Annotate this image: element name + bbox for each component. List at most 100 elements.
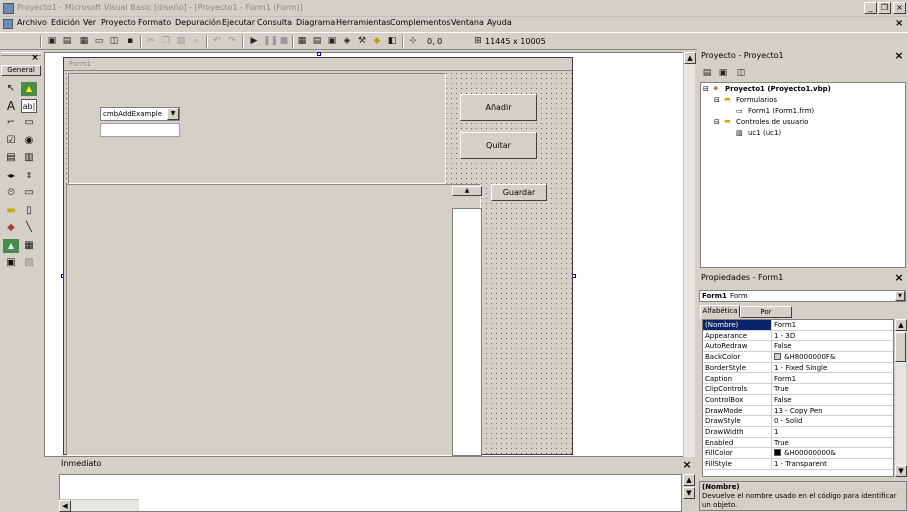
tree-project-root[interactable]: Proyecto1 (Proyecto1.vbp) (725, 85, 831, 93)
tree-expand-icon[interactable]: ⊟ (714, 118, 720, 126)
paste-icon[interactable]: ▧ (175, 35, 187, 47)
pause-icon[interactable]: ❚❚ (263, 35, 278, 47)
menu-ejecutar[interactable]: Ejecutar (222, 18, 255, 27)
mdi-close-icon[interactable]: × (895, 18, 903, 29)
view-code-icon[interactable]: ▤ (701, 67, 713, 79)
property-row[interactable]: Appearance 1 - 3D (703, 330, 893, 342)
dirlistbox-icon[interactable]: ▬ (3, 204, 19, 218)
menu-herramientas[interactable]: Herramientas (336, 18, 391, 27)
textbox-icon[interactable]: ab| (21, 99, 37, 113)
redo-icon[interactable]: ↷ (226, 35, 238, 47)
restore-button[interactable]: ❐ (878, 2, 891, 14)
listbox-icon[interactable]: ▥ (21, 151, 37, 165)
tree-folder-forms[interactable]: Formularios (736, 96, 777, 104)
add-project-icon[interactable]: ▣ (46, 35, 58, 47)
filelistbox-icon[interactable]: ▯ (21, 204, 37, 218)
remove-button[interactable]: Quitar (460, 132, 537, 159)
drivelistbox-icon[interactable]: ▭ (21, 186, 37, 200)
picture-icon[interactable]: ▲ (21, 82, 37, 96)
object-browser-icon[interactable]: ◈ (341, 35, 353, 47)
toolbox-close-icon[interactable]: × (29, 53, 41, 65)
undo-icon[interactable]: ↶ (211, 35, 223, 47)
property-row[interactable]: AutoRedraw False (703, 341, 893, 353)
open-icon[interactable]: ▭ (93, 35, 105, 47)
toolbox-icon[interactable]: ⚒ (356, 35, 368, 47)
up-arrow-icon[interactable]: ▲ (452, 186, 482, 196)
property-row[interactable]: BackColor &H8000000F& (703, 352, 893, 363)
form-designer[interactable]: Form1 cmbAddExample ▼ Añadir Quitar ▲ Gu… (63, 57, 573, 456)
combobox-icon[interactable]: ▤ (3, 151, 19, 165)
menu-ver[interactable]: Ver (83, 18, 96, 27)
property-grid[interactable]: (Nombre) Form1 Appearance 1 - 3D AutoRedra… (702, 319, 894, 477)
vb-app-icon[interactable] (3, 3, 14, 14)
stop-icon[interactable]: ■ (278, 35, 290, 47)
vscrollbar-icon[interactable]: ⇕ (21, 169, 37, 183)
timer-icon[interactable]: ⏲ (3, 186, 19, 200)
tree-form1[interactable]: Form1 (Form1.frm) (748, 107, 814, 115)
menu-proyecto[interactable]: Proyecto (101, 18, 136, 27)
tree-folder-usercontrols[interactable]: Controles de usuario (736, 118, 808, 126)
property-row[interactable]: ClipControls True (703, 384, 893, 395)
menu-formato[interactable]: Formato (138, 18, 171, 27)
data-view-icon[interactable]: ◆ (371, 35, 383, 47)
component-manager-icon[interactable]: ◧ (386, 35, 398, 47)
mdi-vertical-scrollbar[interactable]: ▲ (683, 52, 696, 457)
properties-window-icon[interactable]: ▤ (311, 35, 323, 47)
optionbutton-icon[interactable]: ◉ (21, 134, 37, 148)
property-row[interactable]: (Nombre) Form1 (703, 320, 893, 331)
minimize-button[interactable]: _ (864, 2, 877, 14)
copy-icon[interactable]: ❐ (160, 35, 172, 47)
menu-editor-icon[interactable]: ▦ (78, 35, 90, 47)
menu-consulta[interactable]: Consulta (257, 18, 292, 27)
label-icon[interactable]: A (3, 99, 19, 113)
tree-expand-icon[interactable]: ⊟ (714, 96, 720, 104)
chevron-down-icon[interactable]: ▼ (895, 291, 905, 301)
property-row[interactable]: DrawStyle 0 - Solid (703, 416, 893, 427)
scroll-up-icon[interactable]: ▲ (684, 52, 696, 64)
tab-alphabetic[interactable]: Alfabética (700, 305, 740, 318)
combobox-cmbaddexample[interactable]: cmbAddExample ▼ (100, 107, 180, 121)
data-icon[interactable]: ▦ (21, 239, 37, 253)
scroll-down-icon[interactable]: ▼ (895, 465, 907, 477)
property-row[interactable]: DrawMode 13 - Copy Pen (703, 405, 893, 417)
property-row[interactable]: FillStyle 1 - Transparent (703, 459, 893, 470)
menu-depuracion[interactable]: Depuración (175, 18, 221, 27)
menu-diagrama[interactable]: Diagrama (296, 18, 335, 27)
menu-edicion[interactable]: Edición (51, 18, 80, 27)
hscrollbar-icon[interactable]: ◂▸ (3, 169, 19, 183)
project-explorer-icon[interactable]: ▦ (296, 35, 308, 47)
property-row[interactable]: Enabled True (703, 437, 893, 449)
immediate-close-icon[interactable]: × (681, 459, 693, 471)
scroll-up-icon[interactable]: ▲ (683, 474, 695, 486)
checkbox-icon[interactable]: ☑ (3, 134, 19, 148)
shape-icon[interactable]: ◆ (3, 221, 19, 235)
project-close-icon[interactable]: × (893, 50, 905, 62)
add-form-icon[interactable]: ▤ (61, 35, 73, 47)
form-layout-icon[interactable]: ▣ (326, 35, 338, 47)
pointer-icon[interactable]: ↖ (3, 82, 19, 96)
property-row[interactable]: DrawWidth 1 (703, 427, 893, 438)
chevron-down-icon[interactable]: ▼ (167, 108, 179, 120)
open-folder-icon[interactable]: ◫ (108, 35, 120, 47)
immediate-input[interactable] (59, 474, 682, 512)
scroll-left-icon[interactable]: ◀ (59, 500, 71, 512)
commandbutton-icon[interactable]: ▭ (21, 116, 37, 130)
save-button[interactable]: Guardar (491, 184, 547, 201)
scroll-up-icon[interactable]: ▲ (895, 319, 907, 331)
list-panel[interactable] (452, 208, 482, 456)
start-icon[interactable]: ▶ (248, 35, 260, 47)
resize-handle-top[interactable] (317, 52, 321, 56)
menu-complementos[interactable]: Complementos (390, 18, 450, 27)
usercontrol-icon[interactable]: ▧ (21, 256, 37, 270)
scroll-thumb[interactable] (895, 332, 906, 362)
properties-close-icon[interactable]: × (893, 272, 905, 284)
save-icon[interactable]: ▪ (124, 35, 136, 47)
bottom-frame[interactable] (66, 184, 481, 456)
ole-icon[interactable]: ▣ (3, 256, 19, 270)
view-object-icon[interactable]: ▣ (717, 67, 729, 79)
toolbox-tab-general[interactable]: General (1, 65, 41, 76)
properties-scrollbar[interactable]: ▲ ▼ (894, 319, 907, 477)
menu-ayuda[interactable]: Ayuda (487, 18, 512, 27)
project-tree[interactable]: ⊟ ◈ Proyecto1 (Proyecto1.vbp) ⊟ ▬ Formul… (700, 82, 906, 268)
property-row[interactable]: FillColor &H00000000& (703, 448, 893, 460)
